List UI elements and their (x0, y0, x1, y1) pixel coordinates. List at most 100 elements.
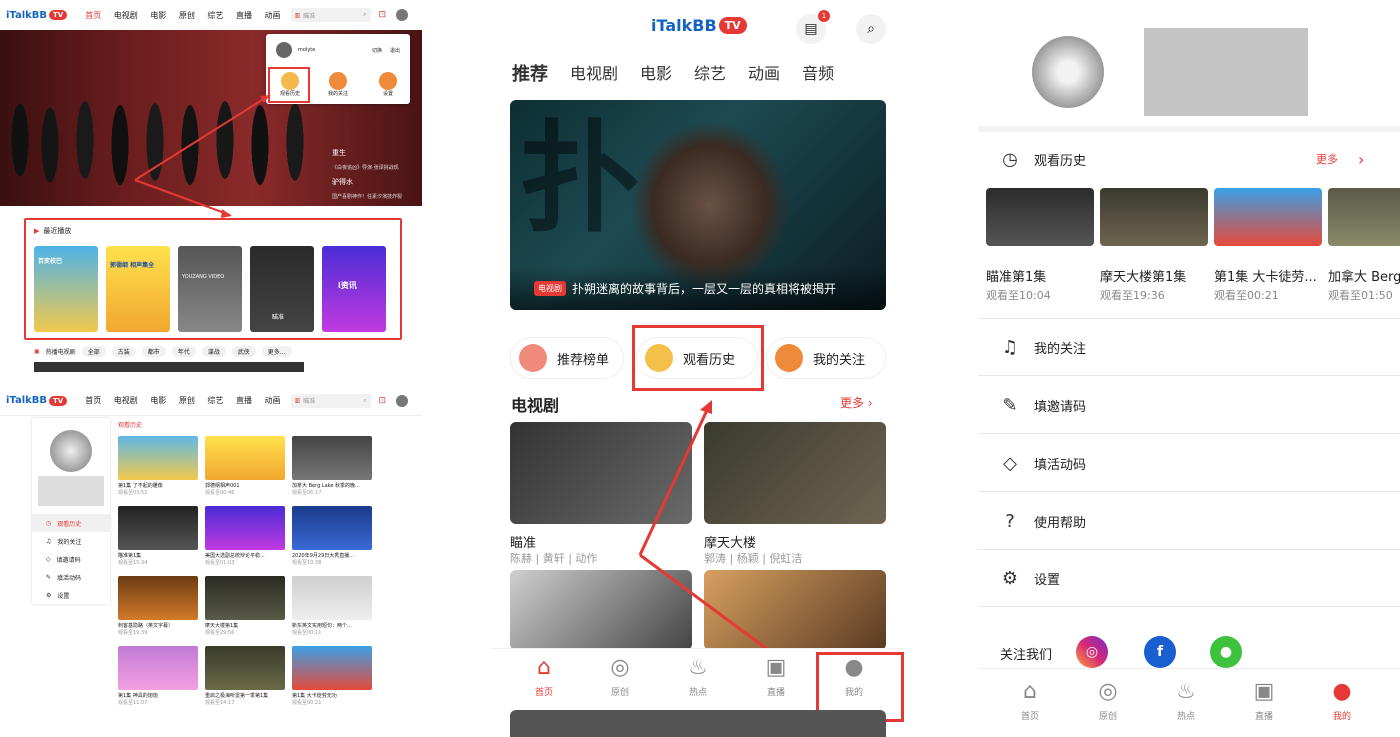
tab-live[interactable]: ▣ 直播 (1234, 673, 1294, 723)
tab-live[interactable]: ▣ 直播 (746, 649, 806, 699)
nav-movie[interactable]: 电影 (150, 396, 166, 405)
menu-help[interactable]: ? 使用帮助 (978, 493, 1400, 550)
tv-icon: ▣ (34, 348, 40, 355)
nav-home[interactable]: 首页 (85, 396, 101, 405)
history-thumb[interactable] (1214, 188, 1322, 246)
recent-play-section: ▶ 最近播放 百变校巴 郭德纲 相声集全 YOUZANG VIDEO 瞄准 i资讯 (24, 218, 402, 340)
chevron-right-icon[interactable]: › (1358, 150, 1364, 169)
history-card[interactable]: 摩天大楼第1集 观看至29:56 (205, 576, 285, 636)
side-menu-invite[interactable]: ◇ 填邀请码 (32, 550, 110, 568)
recent-poster[interactable]: 郭德纲 相声集全 (106, 246, 170, 332)
nav-tv[interactable]: 电视剧 (114, 396, 138, 405)
tv-icon: ▣ (1253, 678, 1275, 704)
logo[interactable]: iTalkBB TV (6, 395, 68, 406)
history-card[interactable]: 重启之极海听雷第一季第1集 观看至14:17 (205, 646, 285, 706)
history-title: 摩天大楼第1集 (1100, 270, 1187, 285)
tab-mine[interactable]: ● 我的 (1312, 673, 1372, 723)
mobile-home-panel: iTalkBB TV ▤ 1 ⌕ 推荐 电视剧 电影 综艺 动画 音频 扑 电视剧… (490, 0, 908, 737)
history-icon[interactable]: ⊡ (379, 396, 387, 406)
tab-home[interactable]: ⌂ 首页 (514, 649, 574, 699)
search-icon[interactable]: ⌕ (363, 397, 366, 405)
history-card[interactable]: 加拿大 Berg Lake 秋季的晚... 观看至06:17 (292, 436, 372, 496)
history-thumb[interactable] (986, 188, 1094, 246)
history-card[interactable]: 第1集 神具的炮炮 观看至11:07 (118, 646, 198, 706)
bottom-tab-bar: ⌂ 首页 ◎ 原创 ♨ 热点 ▣ 直播 ● 我的 (978, 668, 1400, 737)
web-panel: iTalkBB TV 首页 电视剧 电影 原创 综艺 直播 动画 ▥ 瞄准 ⌕ ⊡ 重… (0, 0, 422, 737)
history-title: 加拿大 Berg (1328, 270, 1400, 285)
filter-chip[interactable]: 年代 (171, 346, 196, 357)
wechat-icon[interactable]: ● (1210, 636, 1242, 668)
recent-poster[interactable]: 百变校巴 (34, 246, 98, 332)
history-progress: 观看至19:36 (1100, 289, 1165, 302)
flame-icon: ♨ (688, 654, 708, 680)
arrow-line (134, 179, 231, 216)
menu-activity-code[interactable]: ◇ 填活动码 (978, 435, 1400, 492)
history-card[interactable]: 美国大选副总统辩论平稳... 观看至01:03 (205, 506, 285, 566)
profile-name-placeholder (1144, 28, 1308, 116)
history-card[interactable]: 郭德纲相声001 观看至00:46 (205, 436, 285, 496)
pencil-icon: ✎ (1002, 394, 1018, 416)
profile-name-placeholder (38, 476, 104, 506)
help-icon: ? (1005, 510, 1015, 532)
web-top-nav-2: iTalkBB TV 首页 电视剧 电影 原创 综艺 直播 动画 ▥ 瞄准 ⌕ ⊡ (0, 386, 422, 416)
annotation-arrows (134, 94, 271, 218)
history-progress: 观看至00:21 (1214, 289, 1279, 302)
filter-chip[interactable]: 谍战 (201, 346, 226, 357)
history-card[interactable]: 刺客基隐路（英文字幕） 观看至19:39 (118, 576, 198, 636)
nav-original[interactable]: 原创 (179, 396, 195, 405)
search-input[interactable]: ▥ 瞄准 ⌕ (290, 393, 371, 408)
gear-icon: ⚙ (46, 591, 52, 599)
history-header: 观看历史 (118, 422, 143, 429)
side-menu-activity[interactable]: ✎ 填活动码 (32, 568, 110, 586)
nav-live[interactable]: 直播 (236, 396, 252, 405)
instagram-icon[interactable]: ◎ (1076, 636, 1108, 668)
nav-variety[interactable]: 综艺 (207, 396, 223, 405)
filter-chip[interactable]: 武侠 (231, 346, 256, 357)
history-card[interactable]: 新东英文实用短句：两个... 观看至00:11 (292, 576, 372, 636)
menu-invite-code[interactable]: ✎ 填邀请码 (978, 377, 1400, 434)
side-menu-follow[interactable]: ♫ 我的关注 (32, 532, 110, 550)
more-link[interactable]: 更多 (1316, 151, 1338, 167)
hot-tv-filter: ▣ 热播电视剧 全部 古装 都市 年代 谍战 武侠 更多... (34, 346, 292, 357)
history-card[interactable]: 第1集 大卡徒劳无功 观看至00:21 (292, 646, 372, 706)
composite-screenshot: iTalkBB TV 首页 电视剧 电影 原创 综艺 直播 动画 ▥ 瞄准 ⌕ ⊡ 重… (0, 0, 1400, 737)
divider (978, 318, 1400, 319)
tab-original[interactable]: ◎ 原创 (590, 649, 650, 699)
mini-player-bar[interactable] (510, 710, 886, 737)
tab-hot[interactable]: ♨ 热点 (1156, 673, 1216, 723)
filter-chip[interactable]: 都市 (141, 346, 166, 357)
history-card[interactable]: 瞄准第1集 观看至15:34 (118, 506, 198, 566)
history-title: 瞄准第1集 (986, 270, 1047, 285)
profile-avatar[interactable] (1032, 36, 1104, 108)
nav-anime[interactable]: 动画 (265, 396, 281, 405)
history-header[interactable]: ◷ 观看历史 更多 › (978, 138, 1400, 180)
filter-chip[interactable]: 古装 (111, 346, 136, 357)
tab-original[interactable]: ◎ 原创 (1078, 673, 1138, 723)
history-thumb[interactable] (1100, 188, 1208, 246)
tv-icon: ▣ (765, 654, 787, 680)
avatar[interactable] (396, 394, 409, 407)
tab-hot[interactable]: ♨ 热点 (668, 649, 728, 699)
recent-poster[interactable]: YOUZANG VIDEO (178, 246, 242, 332)
recent-poster[interactable]: 瞄准 (250, 246, 314, 332)
filter-chip[interactable]: 全部 (81, 346, 106, 357)
filter-chip[interactable]: 更多... (261, 346, 292, 357)
history-card[interactable]: 2020年9月29日大秀直播... 观看至10:38 (292, 506, 372, 566)
side-menu-settings[interactable]: ⚙ 设置 (32, 586, 110, 604)
history-thumb[interactable] (1328, 188, 1400, 246)
tab-home[interactable]: ⌂ 首页 (1000, 673, 1060, 723)
recent-poster[interactable]: i资讯 (322, 246, 386, 332)
annotation-arrows (638, 400, 806, 678)
history-card[interactable]: 第1集 了不起的雕像 观看至03:52 (118, 436, 198, 496)
menu-settings[interactable]: ⚙ 设置 (978, 551, 1400, 607)
menu-follow[interactable]: ♫ 我的关注 (978, 320, 1400, 376)
profile-avatar[interactable] (50, 430, 92, 472)
side-menu-history[interactable]: ◷ 观看历史 (32, 514, 110, 532)
recent-header: ▶ 最近播放 (34, 227, 72, 235)
pencil-icon: ✎ (46, 573, 52, 581)
facebook-icon[interactable]: f (1144, 636, 1176, 668)
arrow-line (638, 407, 710, 556)
ticket-icon: ◇ (1003, 452, 1017, 474)
history-progress: 观看至10:04 (986, 289, 1051, 302)
ticket-icon: ◇ (46, 555, 51, 563)
